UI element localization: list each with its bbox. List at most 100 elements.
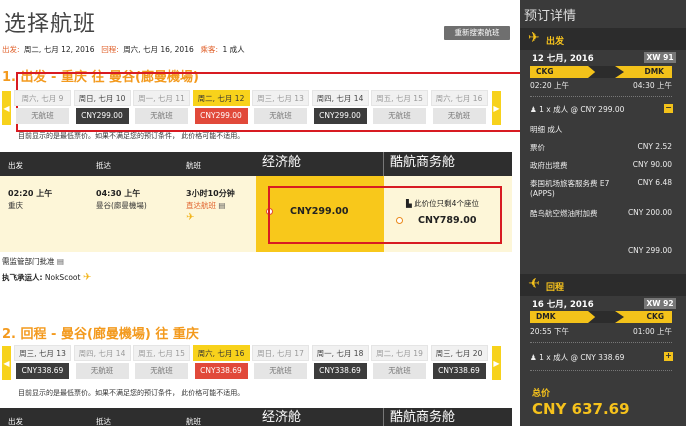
fare-line-value: CNY 90.00 [632, 160, 672, 169]
depart-label: 出发: [2, 45, 20, 54]
fare-line-value: CNY 200.00 [627, 208, 672, 217]
date-option[interactable]: 周三, 七月 20 CNY338.69 [430, 345, 488, 383]
date-option-label: 周一, 七月 18 [311, 345, 369, 361]
fare-line-value: CNY 2.52 [637, 142, 672, 151]
col-business: 酷航商务舱 [390, 410, 456, 425]
return-label: 回程 [546, 283, 565, 293]
date-option[interactable]: 周五, 七月 15 无航班 [133, 345, 190, 383]
col-flight: 航班 [186, 161, 201, 170]
sidebar-title: 预订详情 [524, 9, 577, 24]
date-option-label: 周六, 七月 16 [430, 90, 488, 106]
next-dates-arrow[interactable]: ▶ [492, 91, 501, 125]
fare-line-label: 明细 成人 [530, 125, 563, 134]
inbound-date-strip: ◀ ▶ 周三, 七月 13 CNY338.69 周四, 七月 14 无航班 周五, 七月… [2, 345, 502, 383]
date-option[interactable]: 周六, 七月 16 CNY338.69 [192, 345, 250, 383]
date-option[interactable]: 周六, 七月 16 无航班 [430, 90, 488, 128]
date-option[interactable]: 周六, 七月 9 无航班 [14, 90, 71, 128]
fare-line-value: CNY 299.00 [627, 246, 672, 255]
ret-pax-line: ♟ 1 x 成人 @ CNY 338.69 [530, 352, 672, 363]
date-option-price: 无航班 [135, 108, 188, 124]
col-depart: 出发 [8, 161, 23, 170]
out-from: CKG [536, 67, 554, 76]
date-option-price: CNY338.69 [16, 363, 69, 379]
out-to: DMK [644, 67, 664, 76]
out-date: 12 七月, 2016 [532, 54, 594, 64]
fare-line-value: CNY 6.48 [637, 178, 672, 187]
fare-line-label: 酷鸟航空燃油附加费 [530, 209, 598, 218]
date-option[interactable]: 周五, 七月 15 无航班 [371, 90, 428, 128]
fare-line: 票价 CNY 2.52 [530, 142, 672, 153]
fare-line: 政府出境费 CNY 90.00 [530, 160, 672, 171]
person-icon: ♟ [530, 353, 537, 362]
out-pax: 1 x 成人 @ CNY 299.00 [539, 105, 625, 114]
ret-from: DMK [536, 312, 556, 321]
date-option-label: 周五, 七月 15 [371, 90, 428, 106]
out-times: 02:20 上午 04:30 上午 [530, 80, 672, 91]
date-option-label: 周六, 七月 16 [192, 345, 250, 361]
date-option[interactable]: 周四, 七月 14 CNY299.00 [311, 90, 369, 128]
expand-toggle[interactable]: + [664, 352, 673, 361]
outbound-label: 出发 [546, 37, 565, 47]
date-option[interactable]: 周二, 七月 12 CNY299.00 [192, 90, 250, 128]
out-pax-line: ♟ 1 x 成人 @ CNY 299.00 [530, 104, 672, 115]
next-dates-arrow[interactable]: ▶ [492, 346, 501, 380]
col-economy: 经济舱 [256, 152, 384, 176]
fare-line: 泰国机场旅客服务费 E7 (APPS) CNY 6.48 [530, 178, 672, 198]
date-option-price: CNY338.69 [313, 363, 367, 379]
total-label: 总价 [532, 389, 551, 399]
ret-route-bar: DMK CKG [530, 311, 672, 323]
col-business: 酷航商务舱 [390, 155, 456, 170]
date-option[interactable]: 周日, 七月 17 无航班 [252, 345, 309, 383]
date-option-price: 无航班 [373, 108, 426, 124]
duration: 3小时10分钟 [186, 189, 235, 198]
flight-detail-link[interactable]: 直达航班 ▤ [186, 200, 225, 211]
date-option-price: 无航班 [373, 363, 426, 379]
flight-detail-link-label: 直达航班 [186, 201, 216, 210]
date-option[interactable]: 周三, 七月 13 CNY338.69 [14, 345, 71, 383]
col-arrive: 抵达 [96, 417, 111, 426]
date-option-price: 无航班 [135, 363, 188, 379]
date-option-price: CNY338.69 [194, 363, 248, 379]
dep-city: 重庆 [8, 201, 23, 210]
collapse-toggle[interactable]: − [664, 104, 673, 113]
new-search-button[interactable]: 重新搜索航班 [444, 26, 510, 40]
date-option-label: 周二, 七月 12 [192, 90, 250, 106]
date-option-price: 无航班 [254, 363, 307, 379]
trip-summary: 出发: 周二, 七月 12, 2016 回程: 周六, 七月 16, 2016 … [2, 44, 247, 55]
date-option[interactable]: 周日, 七月 10 CNY299.00 [73, 90, 131, 128]
date-option[interactable]: 周三, 七月 13 无航班 [252, 90, 309, 128]
date-option[interactable]: 周四, 七月 14 无航班 [73, 345, 131, 383]
total-price: CNY 637.69 [532, 400, 630, 418]
date-option-price: CNY299.00 [75, 108, 129, 124]
inbound-table-header: 出发 抵达 航班 经济舱 酷航商务舱 [0, 408, 512, 426]
out-arr-time: 04:30 上午 [633, 81, 672, 90]
date-option[interactable]: 周一, 七月 18 CNY338.69 [311, 345, 369, 383]
prev-dates-arrow[interactable]: ◀ [2, 91, 11, 125]
person-icon: ♟ [530, 105, 537, 114]
operator-name: NokScoot [44, 273, 81, 282]
date-option[interactable]: 周一, 七月 11 无航班 [133, 90, 190, 128]
prev-dates-arrow[interactable]: ◀ [2, 346, 11, 380]
airplane-icon: ✈ [528, 30, 540, 46]
fare-line: 酷鸟航空燃油附加费 CNY 200.00 [530, 208, 672, 219]
col-flight: 航班 [186, 417, 201, 426]
out-route-bar: CKG DMK [530, 66, 672, 78]
date-option[interactable]: 周二, 七月 19 无航班 [371, 345, 428, 383]
date-option-label: 周四, 七月 14 [73, 345, 131, 361]
out-flight-no: XW 91 [644, 52, 676, 63]
return-date: 周六, 七月 16, 2016 [123, 45, 194, 54]
outbound-band: ✈ 出发 [520, 28, 686, 50]
fare-line: CNY 299.00 [530, 246, 672, 255]
date-option-price: 无航班 [75, 363, 129, 379]
date-option-price: 无航班 [16, 108, 69, 124]
col-arrive: 抵达 [96, 161, 111, 170]
approval-note: 需监管部门批准 ▤ [2, 256, 64, 267]
col-depart: 出发 [8, 417, 23, 426]
date-option-label: 周四, 七月 14 [311, 90, 369, 106]
date-option-price: CNY338.69 [432, 363, 486, 379]
date-option-label: 周二, 七月 19 [371, 345, 428, 361]
operator-line: 执飞承运人: NokScoot ✈ [2, 272, 91, 283]
date-option-price: 无航班 [254, 108, 307, 124]
divider [530, 96, 672, 97]
airplane-icon: ✈ [186, 212, 195, 223]
